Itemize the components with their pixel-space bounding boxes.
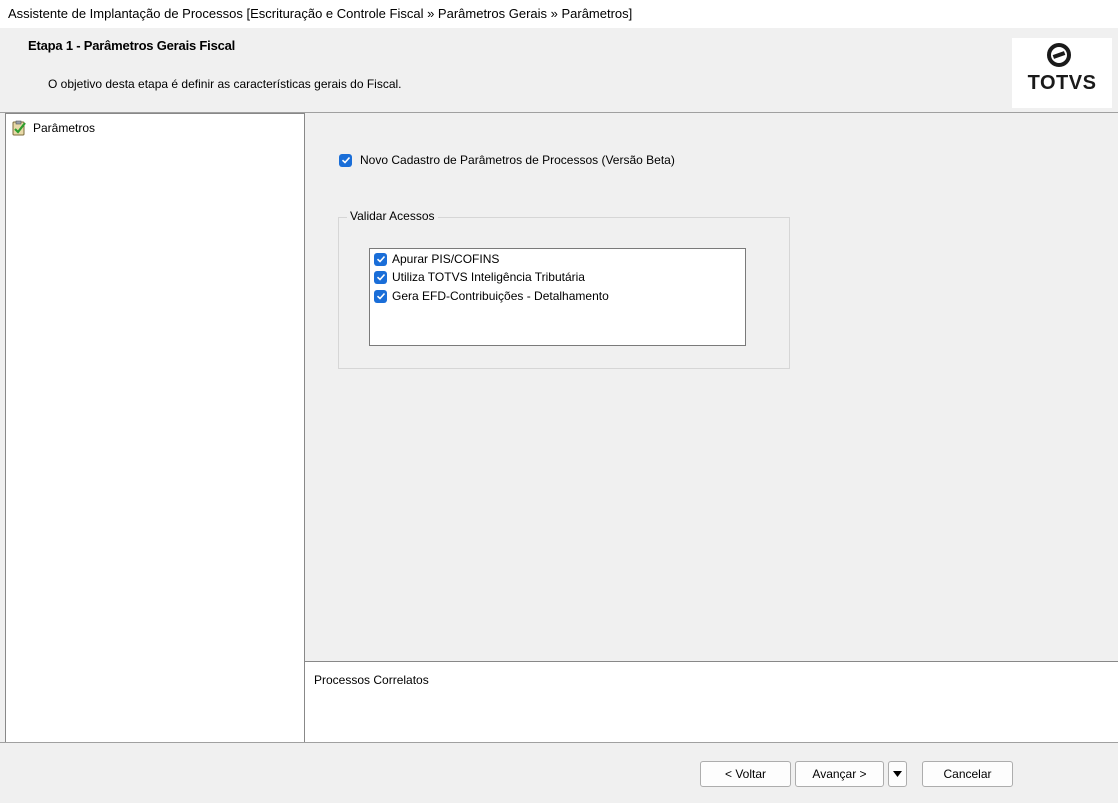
processos-correlatos-label: Processos Correlatos [314,673,429,687]
tree-item-parametros[interactable]: Parâmetros [11,119,95,137]
step-content-panel: Novo Cadastro de Parâmetros de Processos… [305,113,1118,661]
window-titlebar: Assistente de Implantação de Processos [… [0,0,1118,28]
wizard-header: Etapa 1 - Parâmetros Gerais Fiscal O obj… [0,28,1118,113]
chevron-down-icon [893,771,902,777]
novo-cadastro-checkbox[interactable]: Novo Cadastro de Parâmetros de Processos… [339,153,675,167]
checkbox-checked-icon[interactable] [374,270,387,284]
validar-acessos-list[interactable]: Apurar PIS/COFINS Utiliza TOTVS Inteligê… [369,248,746,346]
checkbox-checked-icon[interactable] [339,153,352,167]
avancar-dropdown-button[interactable] [888,761,907,787]
list-item-label: Gera EFD-Contribuições - Detalhamento [392,289,609,303]
step-title: Etapa 1 - Parâmetros Gerais Fiscal [28,38,236,53]
steps-tree-panel: Parâmetros [5,113,305,743]
list-item-label: Utiliza TOTVS Inteligência Tributária [392,270,585,284]
avancar-button[interactable]: Avançar > [795,761,884,787]
checklist-icon [12,120,26,136]
list-item-efd-contribuicoes[interactable]: Gera EFD-Contribuições - Detalhamento [374,289,609,303]
wizard-footer: < Voltar Avançar > Cancelar [0,742,1118,803]
logo-text: TOTVS [1027,72,1097,94]
totvs-logo-icon [1047,43,1071,67]
validar-acessos-group: Validar Acessos Apurar PIS/COFINS Utiliz… [338,209,790,369]
window-title: Assistente de Implantação de Processos [… [8,6,633,21]
tree-item-label: Parâmetros [33,121,96,135]
processos-correlatos-panel: Processos Correlatos [305,661,1118,742]
novo-cadastro-label: Novo Cadastro de Parâmetros de Processos… [360,153,675,167]
voltar-button[interactable]: < Voltar [700,761,791,787]
list-item-apurar-pis-cofins[interactable]: Apurar PIS/COFINS [374,252,499,266]
cancelar-button[interactable]: Cancelar [922,761,1013,787]
list-item-totvs-inteligencia[interactable]: Utiliza TOTVS Inteligência Tributária [374,270,585,284]
group-legend: Validar Acessos [347,209,438,223]
list-item-label: Apurar PIS/COFINS [392,252,500,266]
checkbox-checked-icon[interactable] [374,289,387,303]
totvs-logo: TOTVS [1012,38,1112,108]
step-description: O objetivo desta etapa é definir as cara… [48,77,402,91]
checkbox-checked-icon[interactable] [374,252,387,266]
